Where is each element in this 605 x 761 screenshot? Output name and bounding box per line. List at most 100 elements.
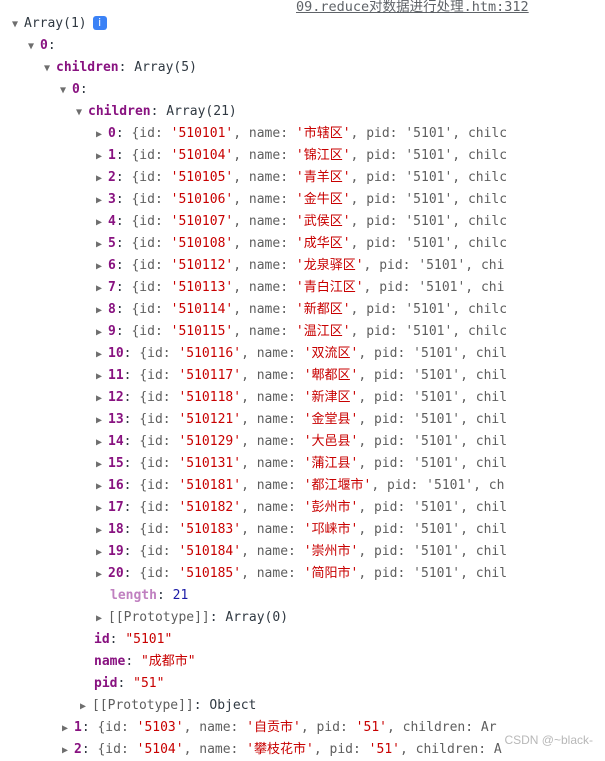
- index-key: 18: [108, 522, 124, 537]
- index-key: 20: [108, 566, 124, 581]
- expand-triangle-icon[interactable]: ▶: [96, 498, 108, 520]
- preview-tail: , pid: '5101', chil: [358, 544, 508, 559]
- expand-triangle-icon[interactable]: ▼: [12, 14, 24, 36]
- preview-tail: , pid: '5101', chil: [358, 346, 508, 361]
- id-value: "5101": [125, 632, 173, 647]
- district-row[interactable]: ▶ 15: {id: '510131', name: '蒲江县', pid: '5…: [0, 453, 575, 475]
- expand-triangle-icon[interactable]: ▶: [96, 520, 108, 542]
- children-row[interactable]: ▼ children: Array(5): [0, 57, 575, 79]
- district-row[interactable]: ▶ 19: {id: '510184', name: '崇州市', pid: '5…: [0, 541, 575, 563]
- district-row[interactable]: ▶ 12: {id: '510118', name: '新津区', pid: '5…: [0, 387, 575, 409]
- districts-children-row[interactable]: ▼ children: Array(21): [0, 101, 575, 123]
- id-value: '510131': [178, 456, 242, 471]
- expand-triangle-icon[interactable]: ▶: [96, 608, 108, 630]
- district-row[interactable]: ▶ 10: {id: '510116', name: '双流区', pid: '5…: [0, 343, 575, 365]
- array-label: Array(21): [166, 104, 237, 119]
- index-key: 19: [108, 544, 124, 559]
- district-row[interactable]: ▶ 4: {id: '510107', name: '武侯区', pid: '51…: [0, 211, 575, 233]
- district-row[interactable]: ▶ 8: {id: '510114', name: '新都区', pid: '51…: [0, 299, 575, 321]
- expand-triangle-icon[interactable]: ▶: [96, 542, 108, 564]
- preview-tail: , pid: '5101', chilc: [350, 148, 508, 163]
- object-prototype-row[interactable]: ▶ [[Prototype]]: Object: [0, 695, 575, 717]
- name-value: '青羊区': [295, 170, 351, 185]
- district-row[interactable]: ▶ 17: {id: '510182', name: '彭州市', pid: '5…: [0, 497, 575, 519]
- preview-tail: , pid: '5101', chil: [358, 390, 508, 405]
- name-value: '崇州市': [303, 544, 359, 559]
- expand-triangle-icon[interactable]: ▶: [96, 322, 108, 344]
- expand-triangle-icon[interactable]: ▶: [62, 740, 74, 761]
- id-value: '510104': [170, 148, 234, 163]
- district-row[interactable]: ▶ 6: {id: '510112', name: '龙泉驿区', pid: '5…: [0, 255, 575, 277]
- expand-triangle-icon[interactable]: ▶: [96, 256, 108, 278]
- district-row[interactable]: ▶ 9: {id: '510115', name: '温江区', pid: '51…: [0, 321, 575, 343]
- name-value: '市辖区': [295, 126, 351, 141]
- index-key: 2: [74, 742, 82, 757]
- preview-tail: , pid: '5101', chil: [358, 412, 508, 427]
- children-key: children: [88, 104, 151, 119]
- district-row[interactable]: ▶ 20: {id: '510185', name: '简阳市', pid: '5…: [0, 563, 575, 585]
- district-row[interactable]: ▶ 1: {id: '510104', name: '锦江区', pid: '51…: [0, 145, 575, 167]
- id-value: '510121': [178, 412, 242, 427]
- id-value: '510115': [170, 324, 234, 339]
- district-row[interactable]: ▶ 2: {id: '510105', name: '青羊区', pid: '51…: [0, 167, 575, 189]
- expand-triangle-icon[interactable]: ▶: [96, 388, 108, 410]
- district-row[interactable]: ▶ 3: {id: '510106', name: '金牛区', pid: '51…: [0, 189, 575, 211]
- array-label: Array(5): [134, 60, 197, 75]
- object-preview: {id: '5103', name: '自贡市', pid: '51', chi…: [97, 720, 497, 735]
- expand-triangle-icon[interactable]: ▶: [96, 476, 108, 498]
- name-value: '新都区': [295, 302, 351, 317]
- expand-triangle-icon[interactable]: ▶: [96, 454, 108, 476]
- name-value: '郫都区': [303, 368, 359, 383]
- length-value: 21: [172, 588, 189, 603]
- expand-triangle-icon[interactable]: ▶: [96, 344, 108, 366]
- expand-triangle-icon[interactable]: ▼: [44, 58, 56, 80]
- expand-triangle-icon[interactable]: ▶: [96, 234, 108, 256]
- array-prototype-row[interactable]: ▶ [[Prototype]]: Array(0): [0, 607, 575, 629]
- district-row[interactable]: ▶ 7: {id: '510113', name: '青白江区', pid: '5…: [0, 277, 575, 299]
- expand-triangle-icon[interactable]: ▶: [96, 168, 108, 190]
- index-key: 8: [108, 302, 116, 317]
- name-value: '邛崃市': [303, 522, 359, 537]
- expand-triangle-icon[interactable]: ▶: [62, 718, 74, 740]
- index-key: 3: [108, 192, 116, 207]
- city-row[interactable]: ▶ 2: {id: '5104', name: '攀枝花市', pid: '51'…: [0, 739, 575, 761]
- name-value: '双流区': [303, 346, 359, 361]
- preview-tail: , pid: '5101', chilc: [350, 126, 508, 141]
- id-value: '510181': [178, 478, 242, 493]
- expand-triangle-icon[interactable]: ▼: [28, 36, 40, 58]
- district-row[interactable]: ▶ 14: {id: '510129', name: '大邑县', pid: '5…: [0, 431, 575, 453]
- district-row[interactable]: ▶ 13: {id: '510121', name: '金堂县', pid: '5…: [0, 409, 575, 431]
- expand-triangle-icon[interactable]: ▶: [96, 190, 108, 212]
- expand-triangle-icon[interactable]: ▶: [96, 366, 108, 388]
- info-icon[interactable]: i: [92, 16, 107, 30]
- id-value: '510185': [178, 566, 242, 581]
- object-preview: {id: '5104', name: '攀枝花市', pid: '51', ch…: [97, 742, 502, 757]
- city-row[interactable]: ▶ 1: {id: '5103', name: '自贡市', pid: '51',…: [0, 717, 575, 739]
- expand-triangle-icon[interactable]: ▶: [96, 278, 108, 300]
- expand-triangle-icon[interactable]: ▶: [96, 432, 108, 454]
- expand-triangle-icon[interactable]: ▶: [96, 124, 108, 146]
- preview-tail: , pid: '5101', chilc: [350, 324, 508, 339]
- city-pid-row: pid: "51": [94, 676, 165, 691]
- id-value: '510112': [170, 258, 234, 273]
- expand-triangle-icon[interactable]: ▶: [96, 300, 108, 322]
- district-row[interactable]: ▶ 0: {id: '510101', name: '市辖区', pid: '51…: [0, 123, 575, 145]
- expand-triangle-icon[interactable]: ▶: [96, 410, 108, 432]
- id-value: '510108': [170, 236, 234, 251]
- expand-triangle-icon[interactable]: ▶: [96, 212, 108, 234]
- expand-triangle-icon[interactable]: ▼: [60, 80, 72, 102]
- expand-triangle-icon[interactable]: ▼: [76, 102, 88, 124]
- expand-triangle-icon[interactable]: ▶: [96, 564, 108, 586]
- district-row[interactable]: ▶ 11: {id: '510117', name: '郫都区', pid: '5…: [0, 365, 575, 387]
- district-row[interactable]: ▶ 5: {id: '510108', name: '成华区', pid: '51…: [0, 233, 575, 255]
- index-0-row[interactable]: ▼ 0:: [0, 35, 575, 57]
- root-array-row[interactable]: ▼ Array(1) i: [0, 13, 575, 35]
- index-key: 4: [108, 214, 116, 229]
- expand-triangle-icon[interactable]: ▶: [96, 146, 108, 168]
- length-key: length: [110, 588, 157, 603]
- preview-tail: , pid: '5101', chi: [363, 280, 505, 295]
- district-row[interactable]: ▶ 18: {id: '510183', name: '邛崃市', pid: '5…: [0, 519, 575, 541]
- expand-triangle-icon[interactable]: ▶: [80, 696, 92, 718]
- city-index-row[interactable]: ▼ 0:: [0, 79, 575, 101]
- district-row[interactable]: ▶ 16: {id: '510181', name: '都江堰市', pid: '…: [0, 475, 575, 497]
